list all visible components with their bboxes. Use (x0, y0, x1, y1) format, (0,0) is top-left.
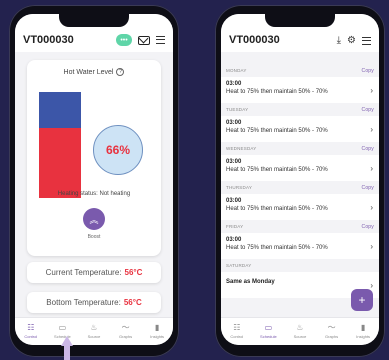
bar-chart-icon: ▮ (154, 323, 160, 332)
boost-label: Boost (87, 234, 101, 240)
nav-insights[interactable]: ▮ Insights (141, 318, 173, 345)
copy-button[interactable]: Copy (362, 224, 374, 230)
copy-button[interactable]: Copy (362, 68, 374, 74)
add-schedule-button[interactable]: + (351, 289, 373, 311)
bottom-nav: ☷ Control ▭ Schedule ♨ Source 〜 Graphs ▮… (15, 317, 173, 345)
pointer-arrow (61, 336, 73, 346)
copy-button[interactable]: Copy (362, 185, 374, 191)
bar-chart-icon: ▮ (360, 323, 366, 332)
copy-button[interactable]: Copy (362, 146, 374, 152)
download-icon[interactable]: ⤓ (337, 36, 341, 46)
plus-icon: + (358, 293, 366, 307)
heating-status: Heating status: Not heating (57, 191, 131, 197)
chevron-right-icon: › (370, 86, 373, 95)
screen-schedule: VT000030 ⤓ ⚙ MONDAY Copy 03:00 Heat to 7… (221, 14, 379, 345)
day-header-tuesday: TUESDAY Copy (221, 103, 379, 116)
phone-control-screen: VT000030 ••• Hot Water Level? 66% Heatin… (9, 5, 179, 357)
sliders-icon: ☷ (27, 323, 35, 332)
calendar-icon: ▭ (58, 323, 67, 332)
level-percent: 66% (93, 125, 143, 175)
nav-control[interactable]: ☷ Control (15, 318, 47, 345)
phone-notch (59, 13, 129, 27)
day-header-wednesday: WEDNESDAY Copy (221, 142, 379, 155)
chevron-right-icon: › (370, 203, 373, 212)
nav-insights[interactable]: ▮ Insights (347, 318, 379, 345)
nav-source[interactable]: ♨ Source (284, 318, 316, 345)
nav-schedule[interactable]: ▭ Schedule (253, 318, 285, 345)
chevrons-up-icon: ︽ (89, 214, 99, 225)
boost-button[interactable]: ︽ (83, 208, 105, 230)
schedule-entry[interactable]: 03:00 Heat to 75% then maintain 50% - 70… (221, 77, 379, 103)
card-title: Hot Water Level? (27, 68, 161, 76)
tank-hot-section (39, 128, 81, 198)
current-temperature-label: Current Temperature: (45, 268, 122, 277)
mail-icon[interactable] (138, 35, 150, 45)
device-id: VT000030 (23, 34, 74, 46)
top-bar-actions: ⤓ ⚙ (337, 36, 371, 46)
card-title-text: Hot Water Level (63, 68, 114, 76)
chevron-right-icon: › (370, 242, 373, 251)
nav-graphs[interactable]: 〜 Graphs (316, 318, 348, 345)
nav-graphs[interactable]: 〜 Graphs (110, 318, 142, 345)
phone-schedule-screen: VT000030 ⤓ ⚙ MONDAY Copy 03:00 Heat to 7… (215, 5, 385, 357)
menu-icon[interactable] (156, 36, 165, 44)
tank-cold-section (39, 92, 81, 129)
pointer-arrow-stem (64, 346, 70, 360)
schedule-list: MONDAY Copy 03:00 Heat to 75% then maint… (221, 64, 379, 298)
flame-icon: ♨ (296, 323, 304, 332)
help-icon[interactable]: ? (116, 68, 125, 76)
schedule-entry[interactable]: 03:00 Heat to 75% then maintain 50% - 70… (221, 116, 379, 142)
day-header-thursday: THURSDAY Copy (221, 181, 379, 194)
schedule-entry[interactable]: 03:00 Heat to 75% then maintain 50% - 70… (221, 155, 379, 181)
day-header-saturday: SATURDAY (221, 259, 379, 272)
nav-source[interactable]: ♨ Source (78, 318, 110, 345)
tank-graphic (39, 92, 81, 198)
calendar-icon: ▭ (264, 323, 273, 332)
phone-notch (265, 13, 335, 27)
chevron-right-icon: › (370, 125, 373, 134)
device-id: VT000030 (229, 34, 280, 46)
menu-icon[interactable] (362, 37, 371, 45)
bottom-temperature-value: 56°C (123, 298, 142, 307)
connection-status-icon[interactable]: ••• (116, 34, 132, 46)
hot-water-card: Hot Water Level? 66% Heating status: Not… (27, 60, 161, 256)
current-temperature: Current Temperature: 56°C (27, 262, 161, 283)
schedule-entry[interactable]: 03:00 Heat to 75% then maintain 50% - 70… (221, 233, 379, 259)
bottom-temperature-label: Bottom Temperature: (46, 298, 121, 307)
top-bar-actions: ••• (116, 34, 165, 46)
bottom-nav: ☷ Control ▭ Schedule ♨ Source 〜 Graphs ▮… (221, 317, 379, 345)
day-header-monday: MONDAY Copy (221, 64, 379, 77)
sliders-icon: ☷ (233, 323, 241, 332)
nav-control[interactable]: ☷ Control (221, 318, 253, 345)
flame-icon: ♨ (90, 323, 98, 332)
bottom-temperature: Bottom Temperature: 56°C (27, 292, 161, 313)
copy-button[interactable]: Copy (362, 107, 374, 113)
line-chart-icon: 〜 (121, 323, 130, 332)
gear-icon[interactable]: ⚙ (347, 36, 356, 46)
chevron-right-icon: › (370, 281, 373, 290)
line-chart-icon: 〜 (327, 323, 336, 332)
schedule-entry[interactable]: 03:00 Heat to 75% then maintain 50% - 70… (221, 194, 379, 220)
chevron-right-icon: › (370, 164, 373, 173)
current-temperature-value: 56°C (124, 268, 143, 277)
day-header-friday: FRIDAY Copy (221, 220, 379, 233)
screen-control: VT000030 ••• Hot Water Level? 66% Heatin… (15, 14, 173, 345)
